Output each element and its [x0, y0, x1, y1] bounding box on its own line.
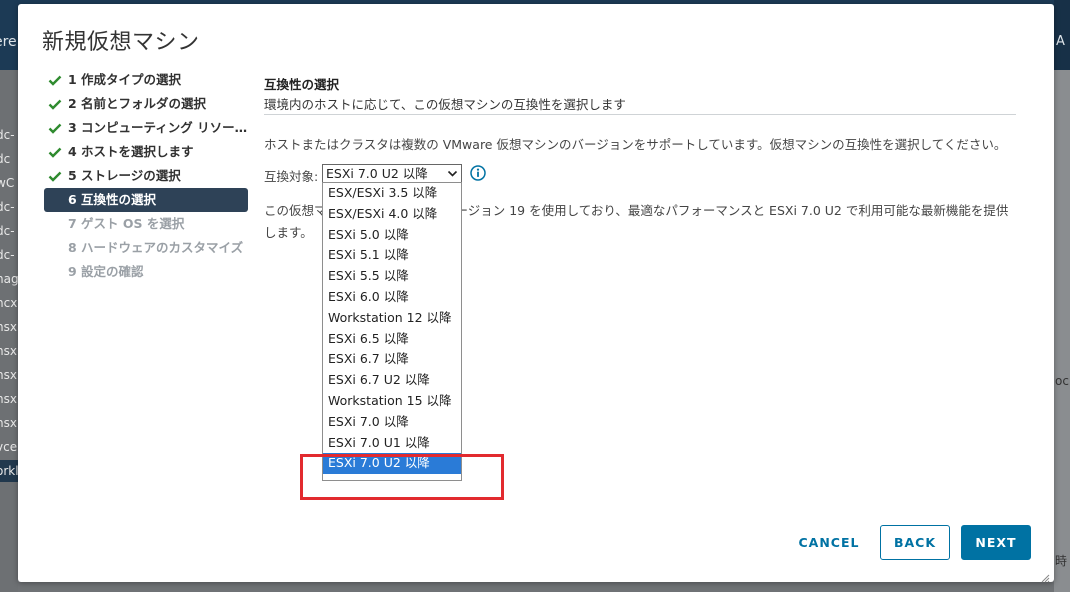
wizard-step-label: 4 ホストを選択します	[68, 144, 194, 159]
background-tree-item: dc-	[0, 248, 15, 262]
wizard-step-label: 3 コンピューティング リソー…	[68, 120, 248, 135]
background-tree-item: dc-	[0, 200, 15, 214]
compatibility-select-value: ESXi 7.0 U2 以降	[326, 166, 428, 181]
check-icon	[48, 68, 62, 92]
cancel-button[interactable]: CANCEL	[788, 525, 870, 560]
compatibility-option[interactable]: ESXi 5.5 以降	[323, 266, 461, 287]
compatibility-option[interactable]: ESXi 6.7 以降	[323, 349, 461, 370]
background-tree-item: nsx	[0, 344, 17, 358]
wizard-step-2[interactable]: 2 名前とフォルダの選択	[44, 92, 248, 116]
background-inventory-tree: dc-dc wC dc-dc-dc-nag ncx nsx nsx nsx nsx nsx vce…	[0, 70, 18, 592]
wizard-step-label: 9 設定の確認	[68, 264, 144, 279]
chevron-down-icon	[447, 165, 458, 183]
next-button[interactable]: NEXT	[961, 525, 1031, 560]
background-tree-item: dc-	[0, 128, 15, 142]
compatibility-option[interactable]: ESXi 6.0 以降	[323, 287, 461, 308]
wizard-step-5[interactable]: 5 ストレージの選択	[44, 164, 248, 188]
wizard-step-label: 1 作成タイプの選択	[68, 72, 182, 87]
new-vm-wizard-dialog: 新規仮想マシン 1 作成タイプの選択 2 名前とフォルダの選択 3 コンピューティン…	[18, 4, 1054, 583]
background-tree-item: nsx	[0, 320, 17, 334]
wizard-step-9: 9 設定の確認	[44, 260, 248, 284]
wizard-step-label: 7 ゲスト OS を選択	[68, 216, 185, 231]
check-icon	[48, 116, 62, 140]
background-tree-item: dc	[0, 152, 11, 166]
wizard-step-3[interactable]: 3 コンピューティング リソー…	[44, 116, 248, 140]
compatibility-option[interactable]: ESXi 5.1 以降	[323, 245, 461, 266]
compatibility-option[interactable]: ESX/ESXi 3.5 以降	[323, 183, 461, 204]
compatibility-select[interactable]: ESXi 7.0 U2 以降	[322, 164, 462, 184]
back-button[interactable]: BACK	[880, 525, 950, 560]
background-right-fragment: oc	[1055, 374, 1069, 388]
wizard-step-label: 8 ハードウェアのカスタマイズ	[68, 240, 244, 255]
compatibility-label: 互換対象:	[264, 169, 319, 184]
wizard-step-4[interactable]: 4 ホストを選択します	[44, 140, 248, 164]
compatibility-option[interactable]: ESXi 6.5 以降	[323, 329, 461, 350]
section-title: 互換性の選択	[264, 77, 340, 92]
resize-handle-icon[interactable]	[1040, 568, 1050, 583]
section-description: ホストまたはクラスタは複数の VMware 仮想マシンのバージョンをサポートして…	[264, 137, 1007, 152]
background-tree-item: vce	[0, 440, 18, 454]
compatibility-dropdown-list[interactable]: ESX/ESXi 3.5 以降 ESX/ESXi 4.0 以降 ESXi 5.0 以…	[322, 182, 462, 481]
background-tree-item: wC	[0, 176, 15, 190]
check-icon	[48, 164, 62, 188]
background-status-bar	[18, 582, 1054, 592]
background-right-panel	[1054, 70, 1070, 592]
background-header-fragment: A	[1054, 0, 1070, 70]
wizard-step-7: 7 ゲスト OS を選択	[44, 212, 248, 236]
background-tree-item: dc-	[0, 224, 15, 238]
background-tree-item: nsx	[0, 416, 17, 430]
wizard-step-8: 8 ハードウェアのカスタマイズ	[44, 236, 248, 260]
compatibility-option[interactable]: Workstation 12 以降	[323, 308, 461, 329]
wizard-step-label: 6 互換性の選択	[68, 192, 157, 207]
wizard-step-6[interactable]: 6 互換性の選択	[44, 188, 248, 212]
info-icon[interactable]	[470, 165, 486, 181]
check-icon	[48, 140, 62, 164]
wizard-step-label: 2 名前とフォルダの選択	[68, 96, 207, 111]
wizard-step-label: 5 ストレージの選択	[68, 168, 181, 183]
wizard-step-1[interactable]: 1 作成タイプの選択	[44, 68, 248, 92]
compatibility-option[interactable]: ESXi 7.0 U1 以降	[323, 433, 461, 454]
compatibility-option[interactable]: ESXi 6.7 U2 以降	[323, 370, 461, 391]
compatibility-option[interactable]: ESX/ESXi 4.0 以降	[323, 204, 461, 225]
compatibility-option[interactable]: Workstation 15 以降	[323, 391, 461, 412]
compatibility-option[interactable]: ESXi 5.0 以降	[323, 225, 461, 246]
background-title-fragment: ere	[0, 34, 17, 50]
compatibility-option[interactable]: ESXi 7.0 以降	[323, 412, 461, 433]
section-divider	[264, 114, 1016, 115]
background-tree-item: nsx	[0, 368, 17, 382]
section-subtitle: 環境内のホストに応じて、この仮想マシンの互換性を選択します	[264, 97, 626, 112]
background-right-fragment: 時	[1055, 554, 1068, 568]
background-tree-item: orkl	[0, 460, 18, 482]
dialog-title: 新規仮想マシン	[42, 30, 200, 55]
background-tree-item: nsx	[0, 392, 17, 406]
background-tree-item: nag	[0, 272, 18, 286]
background-tree-item: ncx	[0, 296, 18, 310]
check-icon	[48, 92, 62, 116]
wizard-steps: 1 作成タイプの選択 2 名前とフォルダの選択 3 コンピューティング リソー… 4 …	[44, 68, 248, 284]
annotation-highlight-box	[300, 454, 504, 500]
